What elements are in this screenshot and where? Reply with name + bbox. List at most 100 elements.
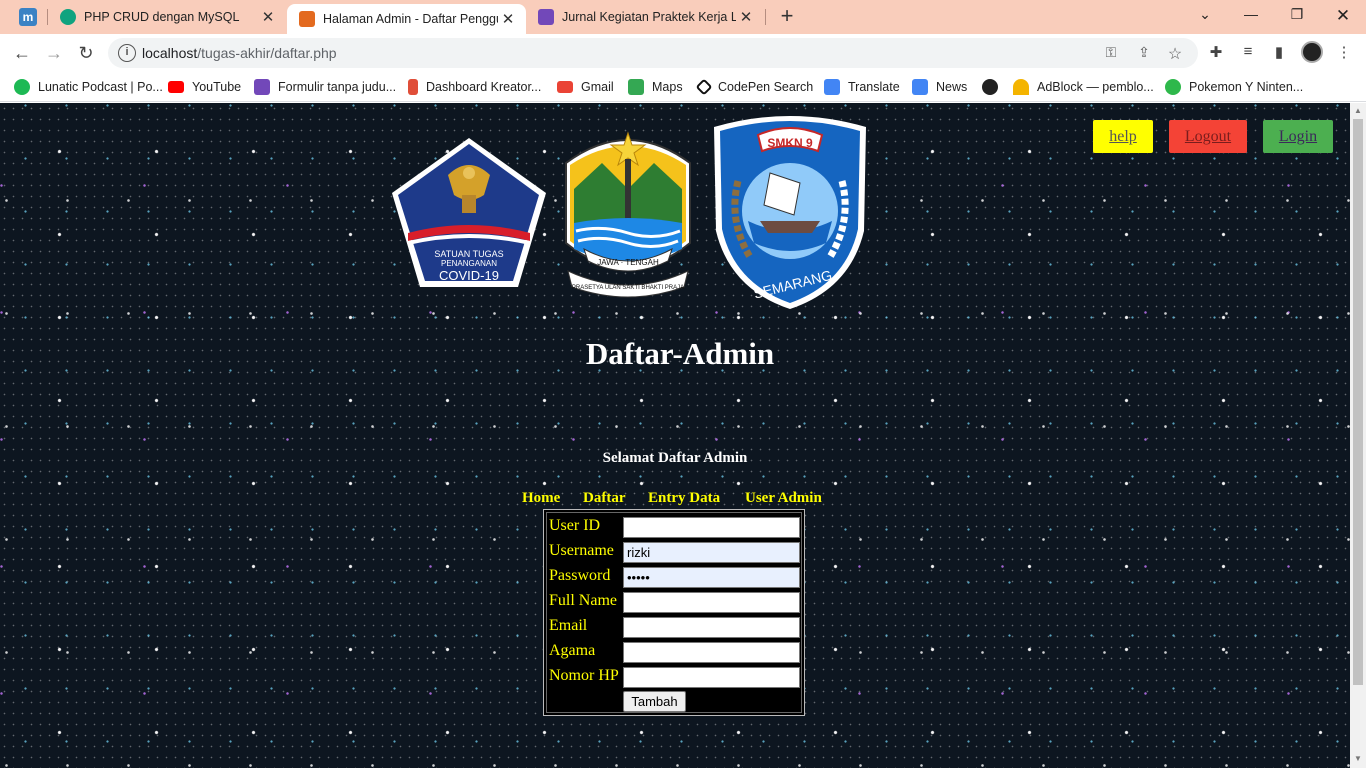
- menu-icon[interactable]: ⋮: [1334, 43, 1354, 63]
- reload-icon[interactable]: ↻: [74, 41, 98, 65]
- bookmark-item[interactable]: AdBlock — pemblo...: [1013, 76, 1154, 98]
- maps-icon: [628, 79, 644, 95]
- tab-title: Jurnal Kegiatan Praktek Kerja Lap: [562, 10, 736, 24]
- bookmark-item[interactable]: Formulir tanpa judu...: [254, 76, 396, 98]
- bookmark-label: Lunatic Podcast | Po...: [38, 80, 163, 94]
- page-scrollbar[interactable]: ▲ ▼: [1350, 103, 1366, 768]
- avatar[interactable]: [1301, 41, 1323, 63]
- translate-icon: [824, 79, 840, 95]
- address-bar[interactable]: i localhost/tugas-akhir/daftar.php ⚿ ⇪ ☆: [108, 38, 1198, 68]
- pokemon-icon: [1165, 79, 1181, 95]
- adblock-icon: [1013, 79, 1029, 95]
- bookmark-item[interactable]: Maps: [628, 76, 683, 98]
- bookmark-item[interactable]: Pokemon Y Ninten...: [1165, 76, 1303, 98]
- menu-link-daftar[interactable]: Daftar: [583, 490, 625, 507]
- side-panel-icon[interactable]: ▮: [1269, 43, 1289, 63]
- bookmark-item[interactable]: Gmail: [557, 76, 614, 98]
- back-icon[interactable]: ←: [10, 41, 34, 65]
- agama-input[interactable]: [623, 642, 800, 663]
- url-host: localhost: [142, 45, 198, 61]
- tambah-button[interactable]: Tambah: [623, 691, 686, 712]
- spotify-icon: [14, 79, 30, 95]
- tab-title: PHP CRUD dengan MySQL: [84, 10, 240, 24]
- restore-icon[interactable]: ❐: [1286, 6, 1308, 26]
- codepen-icon: [695, 78, 713, 96]
- user-id-input[interactable]: [623, 517, 800, 538]
- bookmark-label: Maps: [652, 80, 683, 94]
- close-icon[interactable]: ✕: [736, 8, 756, 26]
- bookmarks-bar: Lunatic Podcast | Po... YouTube Formulir…: [0, 72, 1366, 102]
- bookmark-item[interactable]: [982, 76, 1006, 98]
- reading-list-icon[interactable]: ≡: [1238, 43, 1258, 63]
- key-icon[interactable]: ⚿: [1102, 44, 1120, 62]
- username-label: Username: [549, 542, 614, 559]
- password-label: Password: [549, 567, 611, 584]
- username-input[interactable]: [623, 542, 800, 563]
- scroll-down-icon[interactable]: ▼: [1353, 754, 1363, 763]
- url-text[interactable]: localhost/tugas-akhir/daftar.php: [142, 45, 337, 61]
- scrollbar-thumb[interactable]: [1353, 119, 1363, 685]
- help-button[interactable]: help: [1093, 120, 1153, 153]
- share-icon[interactable]: ⇪: [1135, 44, 1153, 62]
- jawa-tengah-logo: JAWA · TENGAH PRASETYA ULAN SAKTI BHAKTI…: [565, 131, 691, 298]
- close-icon[interactable]: ✕: [258, 8, 278, 26]
- browser-toolbar: ← → ↻ i localhost/tugas-akhir/daftar.php…: [0, 34, 1366, 72]
- agama-label: Agama: [549, 642, 596, 659]
- youtube-icon: [168, 81, 184, 93]
- bookmark-item[interactable]: Dashboard Kreator...: [408, 76, 541, 98]
- tab-jurnal[interactable]: Jurnal Kegiatan Praktek Kerja Lap ✕: [526, 0, 764, 34]
- scroll-up-icon[interactable]: ▲: [1353, 106, 1363, 115]
- full-name-input[interactable]: [623, 592, 800, 613]
- email-label: Email: [549, 617, 588, 634]
- menu-link-user-admin[interactable]: User Admin: [745, 490, 822, 507]
- menu-link-home[interactable]: Home: [522, 490, 560, 507]
- password-input[interactable]: [623, 567, 800, 588]
- forward-icon[interactable]: →: [42, 41, 66, 65]
- bookmark-label: AdBlock — pemblo...: [1037, 80, 1154, 94]
- pinned-tab[interactable]: m: [19, 8, 37, 26]
- bookmark-label: News: [936, 80, 968, 94]
- bookmark-label: Dashboard Kreator...: [426, 80, 542, 94]
- star-icon[interactable]: ☆: [1166, 44, 1184, 63]
- bookmark-item[interactable]: CodePen Search: [695, 76, 814, 98]
- nomor-hp-input[interactable]: [623, 667, 800, 688]
- bookmark-label: YouTube: [192, 80, 242, 94]
- gmail-icon: [557, 81, 573, 93]
- page-content: SATUAN TUGAS PENANGANAN COVID-19 JAWA · …: [0, 103, 1350, 768]
- new-tab-button[interactable]: +: [776, 5, 798, 28]
- tab-separator: [765, 9, 766, 25]
- tab-halaman-admin[interactable]: Halaman Admin - Daftar Penggu ✕: [287, 4, 526, 34]
- bookmark-item[interactable]: YouTube: [168, 76, 241, 98]
- bookmark-item[interactable]: Lunatic Podcast | Po...: [14, 76, 163, 98]
- chatgpt-icon: [60, 9, 76, 25]
- bookmark-label: Translate: [848, 80, 900, 94]
- nomor-hp-label: Nomor HP: [549, 667, 619, 684]
- logout-button[interactable]: Logout: [1169, 120, 1247, 153]
- news-icon: [912, 79, 928, 95]
- tab-search-icon[interactable]: ⌄: [1194, 6, 1216, 26]
- bookmark-item[interactable]: News: [912, 76, 967, 98]
- register-admin-form: User ID Username Password Full Name Emai…: [543, 509, 805, 716]
- url-path: /tugas-akhir/daftar.php: [197, 45, 337, 61]
- xampp-icon: [299, 11, 315, 27]
- close-icon[interactable]: ✕: [498, 10, 518, 28]
- tab-title: Halaman Admin - Daftar Penggu: [323, 12, 498, 26]
- email-input[interactable]: [623, 617, 800, 638]
- jateng-logo-band: JAWA · TENGAH: [597, 258, 659, 267]
- bookmark-item[interactable]: Translate: [824, 76, 900, 98]
- bookmark-label: CodePen Search: [718, 80, 814, 94]
- full-name-label: Full Name: [549, 592, 617, 609]
- site-info-icon[interactable]: i: [118, 44, 136, 62]
- extensions-icon[interactable]: ✚: [1206, 43, 1226, 63]
- globe-icon: [982, 79, 998, 95]
- minimize-icon[interactable]: —: [1240, 6, 1262, 26]
- kreator-icon: [408, 79, 418, 95]
- forms-icon: [254, 79, 270, 95]
- smkn-logo-top: SMKN 9: [767, 136, 813, 150]
- menu-link-entry-data[interactable]: Entry Data: [648, 490, 720, 507]
- covid-logo-line2: PENANGANAN: [441, 259, 497, 268]
- window-close-icon[interactable]: ✕: [1332, 6, 1354, 26]
- tab-php-crud[interactable]: PHP CRUD dengan MySQL ✕: [48, 0, 286, 34]
- smkn9-semarang-logo: SMKN 9 SEMARANG: [714, 116, 866, 309]
- login-button[interactable]: Login: [1263, 120, 1333, 153]
